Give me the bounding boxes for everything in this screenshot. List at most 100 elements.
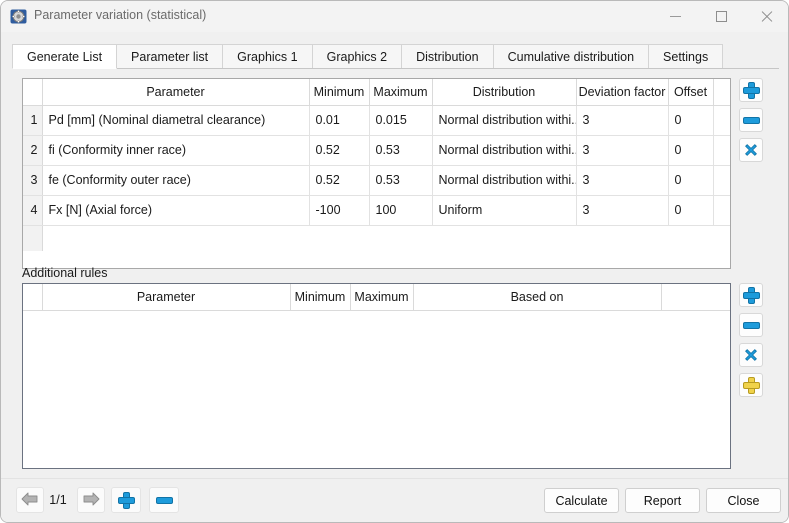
calculate-button[interactable]: Calculate (544, 488, 619, 513)
cell-deviation-factor[interactable]: 3 (576, 135, 668, 165)
cell-maximum[interactable]: 0.53 (369, 165, 432, 195)
table-row[interactable]: 3 fe (Conformity outer race) 0.52 0.53 N… (23, 165, 730, 195)
tab-underline (12, 68, 779, 69)
add-rule-button[interactable] (739, 283, 763, 307)
cell-distribution[interactable]: Normal distribution withi... (432, 165, 576, 195)
cell-deviation-factor[interactable]: 3 (576, 105, 668, 135)
close-icon (761, 11, 773, 23)
cell-parameter[interactable]: Fx [N] (Axial force) (42, 195, 309, 225)
plus-icon (119, 493, 134, 508)
minimize-button[interactable] (652, 1, 698, 32)
previous-page-button[interactable] (16, 487, 44, 513)
clear-parameters-button[interactable] (739, 138, 763, 162)
table-empty-body[interactable] (23, 310, 730, 465)
column-header-distribution[interactable]: Distribution (432, 79, 576, 105)
cell-parameter[interactable]: fe (Conformity outer race) (42, 165, 309, 195)
tab-settings[interactable]: Settings (648, 44, 723, 69)
arrow-right-icon (82, 492, 100, 509)
cell-parameter[interactable]: Pd [mm] (Nominal diametral clearance) (42, 105, 309, 135)
maximize-icon (716, 11, 727, 22)
cell-deviation-factor[interactable]: 3 (576, 195, 668, 225)
next-page-button[interactable] (77, 487, 105, 513)
tab-graphics-1[interactable]: Graphics 1 (222, 44, 312, 69)
table-row-empty[interactable] (23, 225, 730, 251)
report-button[interactable]: Report (625, 488, 700, 513)
maximize-button[interactable] (698, 1, 744, 32)
cell-minimum[interactable]: 0.52 (309, 165, 369, 195)
tab-generate-list[interactable]: Generate List (12, 44, 117, 69)
column-header-deviation-factor[interactable]: Deviation factor (576, 79, 668, 105)
clear-rules-button[interactable] (739, 343, 763, 367)
cell-minimum[interactable]: 0.52 (309, 135, 369, 165)
tab-label: Settings (663, 50, 708, 64)
plus-icon (744, 288, 759, 303)
table-row[interactable]: 1 Pd [mm] (Nominal diametral clearance) … (23, 105, 730, 135)
cell-distribution[interactable]: Normal distribution withi... (432, 105, 576, 135)
column-header-minimum[interactable]: Minimum (290, 284, 350, 310)
cell-offset[interactable]: 0 (668, 195, 713, 225)
x-burst-icon (743, 347, 759, 363)
column-header-maximum[interactable]: Maximum (350, 284, 413, 310)
close-window-button[interactable] (744, 1, 789, 32)
tab-label: Graphics 1 (237, 50, 297, 64)
row-number-empty (23, 225, 42, 251)
cell-distribution[interactable]: Uniform (432, 195, 576, 225)
column-header-parameter[interactable]: Parameter (42, 79, 309, 105)
tab-strip: Generate List Parameter list Graphics 1 … (12, 44, 722, 69)
column-header-rownum (23, 79, 42, 105)
tab-label: Cumulative distribution (508, 50, 634, 64)
page-indicator: 1/1 (41, 493, 75, 507)
tab-parameter-list[interactable]: Parameter list (116, 44, 223, 69)
cell-minimum[interactable]: 0.01 (309, 105, 369, 135)
cell-maximum[interactable]: 0.53 (369, 135, 432, 165)
column-header-maximum[interactable]: Maximum (369, 79, 432, 105)
cell-distribution[interactable]: Normal distribution withi... (432, 135, 576, 165)
tab-cumulative-distribution[interactable]: Cumulative distribution (493, 44, 649, 69)
add-parameter-button[interactable] (739, 78, 763, 102)
column-header-rownum (23, 284, 42, 310)
cell-deviation-factor[interactable]: 3 (576, 165, 668, 195)
add-special-rule-button[interactable] (739, 373, 763, 397)
table-header-row: Parameter Minimum Maximum Based on (23, 284, 730, 310)
tab-label: Generate List (27, 50, 102, 64)
cell-maximum[interactable]: 0.015 (369, 105, 432, 135)
additional-rules-label: Additional rules (22, 266, 107, 280)
add-page-button[interactable] (111, 487, 141, 513)
cell-offset[interactable]: 0 (668, 105, 713, 135)
table-row[interactable]: 2 fi (Conformity inner race) 0.52 0.53 N… (23, 135, 730, 165)
footer-bar: 1/1 Calculate Report Close (1, 479, 789, 523)
row-number: 2 (23, 135, 42, 165)
remove-parameter-button[interactable] (739, 108, 763, 132)
row-number: 4 (23, 195, 42, 225)
cell-offset[interactable]: 0 (668, 135, 713, 165)
x-burst-icon (743, 142, 759, 158)
parameter-grid[interactable]: Parameter Minimum Maximum Distribution D… (22, 78, 731, 269)
arrow-left-icon (21, 492, 39, 509)
cell-spacer (713, 135, 730, 165)
minus-icon (744, 323, 759, 328)
bearing-icon (10, 8, 27, 25)
tab-label: Distribution (416, 50, 479, 64)
tab-label: Parameter list (131, 50, 208, 64)
additional-rules-grid[interactable]: Parameter Minimum Maximum Based on (22, 283, 731, 469)
cell-parameter[interactable]: fi (Conformity inner race) (42, 135, 309, 165)
cell-minimum[interactable]: -100 (309, 195, 369, 225)
close-button[interactable]: Close (706, 488, 781, 513)
additional-rules-table: Parameter Minimum Maximum Based on (23, 284, 731, 465)
cell-empty[interactable] (23, 310, 730, 465)
remove-rule-button[interactable] (739, 313, 763, 337)
tab-distribution[interactable]: Distribution (401, 44, 494, 69)
remove-page-button[interactable] (149, 487, 179, 513)
column-header-minimum[interactable]: Minimum (309, 79, 369, 105)
table-header-row: Parameter Minimum Maximum Distribution D… (23, 79, 730, 105)
cell-spacer (713, 165, 730, 195)
column-header-parameter[interactable]: Parameter (42, 284, 290, 310)
cell-empty[interactable] (42, 225, 730, 251)
column-header-based-on[interactable]: Based on (413, 284, 661, 310)
cell-offset[interactable]: 0 (668, 165, 713, 195)
table-row[interactable]: 4 Fx [N] (Axial force) -100 100 Uniform … (23, 195, 730, 225)
tab-graphics-2[interactable]: Graphics 2 (312, 44, 402, 69)
column-header-offset[interactable]: Offset (668, 79, 713, 105)
cell-maximum[interactable]: 100 (369, 195, 432, 225)
cell-spacer (713, 195, 730, 225)
